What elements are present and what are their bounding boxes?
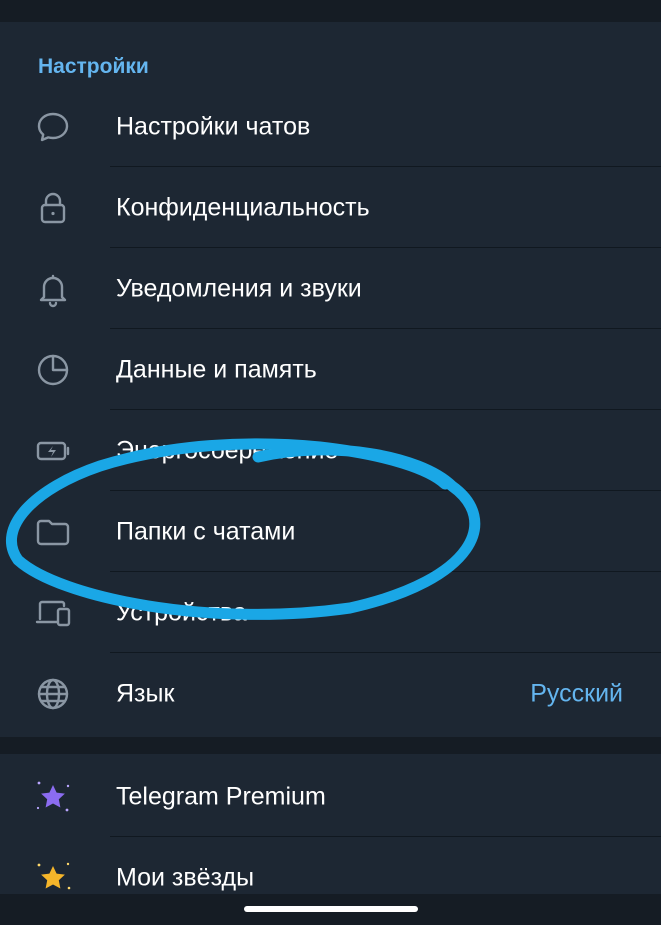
settings-section: Настройки Настройки чатов Конфиденциальн… [0, 22, 661, 737]
stars-icon [33, 858, 73, 898]
home-indicator [244, 906, 418, 912]
settings-item-label: Конфиденциальность [116, 193, 370, 221]
settings-item-label: Данные и память [116, 355, 317, 383]
bell-icon [33, 269, 73, 309]
premium-star-icon [33, 777, 73, 817]
globe-icon [33, 674, 73, 714]
settings-item-label: Настройки чатов [116, 112, 311, 140]
settings-item-data-storage[interactable]: Данные и память [0, 329, 661, 410]
settings-item-label: Устройства [116, 598, 247, 626]
settings-item-label: Энергосбережение [116, 436, 339, 464]
settings-item-privacy[interactable]: Конфиденциальность [0, 167, 661, 248]
settings-item-label: Уведомления и звуки [116, 274, 362, 302]
settings-item-label: Папки с чатами [116, 517, 296, 545]
chat-bubble-icon [33, 107, 73, 147]
devices-icon [33, 593, 73, 633]
settings-item-devices[interactable]: Устройства [0, 572, 661, 653]
language-value: Русский [530, 679, 623, 707]
extras-section: Telegram Premium Мои звёзды [0, 754, 661, 894]
settings-item-chat-settings[interactable]: Настройки чатов [0, 86, 661, 167]
extras-item-label: Telegram Premium [116, 782, 326, 810]
settings-item-label: Язык [116, 679, 175, 707]
extras-item-telegram-premium[interactable]: Telegram Premium [0, 756, 661, 837]
settings-item-chat-folders[interactable]: Папки с чатами [0, 491, 661, 572]
settings-item-notifications[interactable]: Уведомления и звуки [0, 248, 661, 329]
folder-icon [33, 512, 73, 552]
extras-item-label: Мои звёзды [116, 863, 255, 891]
section-title: Настройки [38, 55, 149, 78]
settings-item-power-saving[interactable]: Энергосбережение [0, 410, 661, 491]
lock-icon [33, 188, 73, 228]
pie-chart-icon [33, 350, 73, 390]
settings-item-language[interactable]: Язык Русский [0, 653, 661, 734]
battery-icon [33, 431, 73, 471]
